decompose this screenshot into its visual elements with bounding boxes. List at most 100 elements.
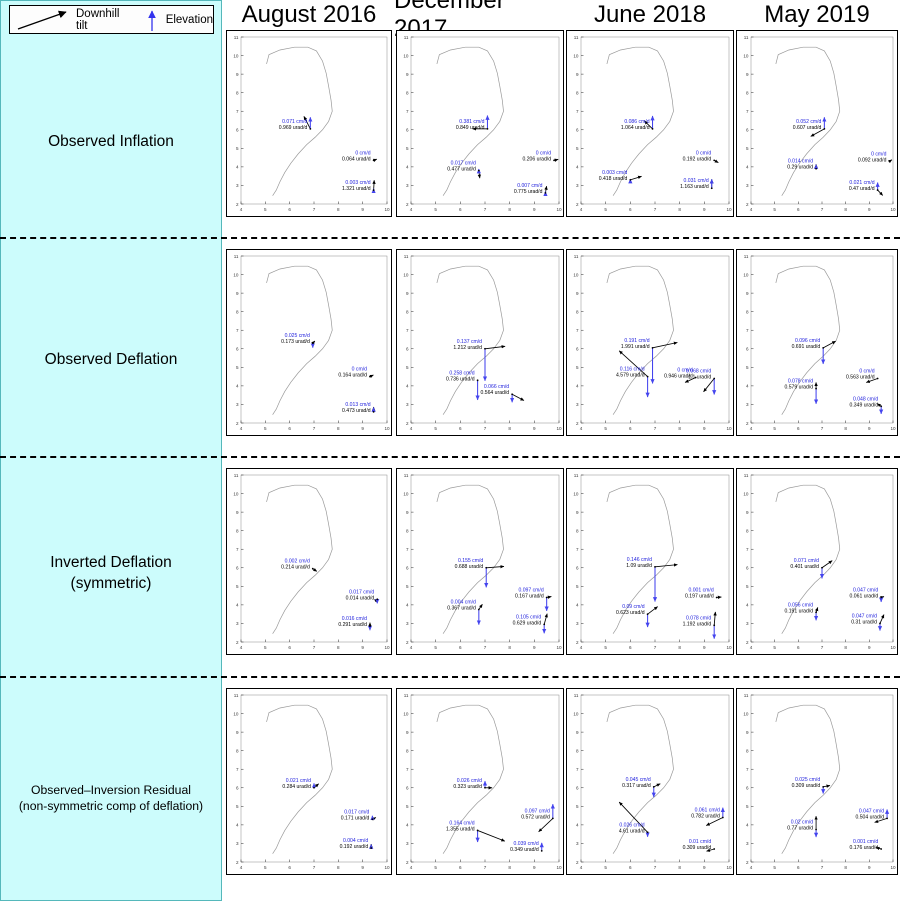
svg-text:9: 9 bbox=[868, 645, 871, 650]
station-marker bbox=[876, 377, 879, 380]
row-label-observed-deflation: Observed Deflation bbox=[44, 351, 178, 368]
tilt-value-label: 0.173 urad/d bbox=[281, 339, 310, 345]
svg-text:6: 6 bbox=[459, 645, 462, 650]
svg-text:3: 3 bbox=[576, 183, 579, 188]
svg-text:3: 3 bbox=[746, 183, 749, 188]
station-marker bbox=[540, 849, 543, 852]
svg-text:10: 10 bbox=[573, 53, 579, 58]
svg-text:4: 4 bbox=[750, 426, 753, 431]
station-marker bbox=[476, 829, 479, 832]
svg-text:10: 10 bbox=[890, 207, 896, 212]
svg-text:8: 8 bbox=[576, 90, 579, 95]
tilt-value-label: 1.192 urad/d bbox=[683, 621, 712, 627]
plot-panel: 4 5 6 7 8 9 10 2 3 4 5 6 7 8 9 10 11 0.086 cm/d 1.064 urad… bbox=[566, 30, 734, 217]
svg-text:9: 9 bbox=[703, 645, 706, 650]
station-marker bbox=[543, 623, 546, 626]
svg-text:5: 5 bbox=[576, 584, 579, 589]
tilt-value-label: 0.192 urad/d bbox=[683, 156, 712, 162]
svg-text:5: 5 bbox=[236, 146, 239, 151]
row-separator-1 bbox=[0, 237, 900, 239]
svg-text:9: 9 bbox=[533, 645, 536, 650]
svg-text:10: 10 bbox=[403, 272, 409, 277]
svg-text:10: 10 bbox=[233, 491, 239, 496]
svg-text:5: 5 bbox=[236, 804, 239, 809]
svg-text:8: 8 bbox=[844, 207, 847, 212]
tilt-value-label: 0.192 urad/d bbox=[340, 844, 369, 850]
tilt-vector-arrow bbox=[703, 378, 715, 393]
svg-text:8: 8 bbox=[236, 528, 239, 533]
station-marker bbox=[815, 828, 817, 831]
tilt-value-label: 0.167 urad/d bbox=[515, 593, 544, 599]
svg-text:6: 6 bbox=[459, 207, 462, 212]
tilt-value-label: 0.309 urad/d bbox=[683, 845, 712, 851]
svg-text:7: 7 bbox=[746, 547, 749, 552]
station-marker bbox=[544, 191, 547, 194]
tilt-value-label: 1.064 urad/d bbox=[621, 125, 650, 131]
svg-text:9: 9 bbox=[868, 865, 871, 870]
station-marker bbox=[880, 405, 883, 408]
svg-text:4: 4 bbox=[576, 603, 579, 608]
svg-text:2: 2 bbox=[746, 640, 749, 645]
tilt-value-label: 0.782 urad/d bbox=[691, 813, 720, 819]
tilt-value-label: 0.77 urad/d bbox=[787, 826, 813, 832]
svg-text:7: 7 bbox=[484, 645, 487, 650]
elevation-icon bbox=[144, 7, 160, 33]
svg-text:10: 10 bbox=[890, 865, 896, 870]
svg-text:9: 9 bbox=[746, 510, 749, 515]
plot-panel: 4 5 6 7 8 9 10 2 3 4 5 6 7 8 9 10 11 0.146 cm/d 1.09 urad/… bbox=[566, 468, 734, 655]
tilt-value-label: 0.736 urad/d bbox=[446, 376, 475, 382]
row-separator-2 bbox=[0, 456, 900, 458]
tilt-vector-arrow bbox=[822, 340, 836, 349]
svg-text:8: 8 bbox=[576, 748, 579, 753]
svg-text:8: 8 bbox=[236, 90, 239, 95]
svg-text:5: 5 bbox=[406, 365, 409, 370]
station-marker bbox=[372, 410, 375, 413]
svg-text:9: 9 bbox=[361, 645, 364, 650]
svg-text:6: 6 bbox=[236, 566, 239, 571]
svg-text:10: 10 bbox=[403, 711, 409, 716]
station-marker bbox=[880, 848, 883, 850]
row-label-observed-inflation: Observed Inflation bbox=[48, 133, 174, 150]
svg-text:11: 11 bbox=[744, 254, 749, 259]
svg-text:7: 7 bbox=[236, 109, 239, 114]
svg-text:4: 4 bbox=[236, 603, 239, 608]
svg-text:9: 9 bbox=[236, 291, 239, 296]
station-marker bbox=[545, 596, 548, 599]
column-header-june-2018: June 2018 bbox=[566, 0, 734, 30]
elevation-label: Elevation bbox=[165, 13, 213, 26]
svg-text:8: 8 bbox=[678, 645, 681, 650]
station-marker bbox=[372, 159, 375, 162]
svg-text:7: 7 bbox=[484, 865, 487, 870]
svg-text:11: 11 bbox=[234, 254, 239, 259]
station-marker bbox=[652, 785, 655, 788]
svg-text:5: 5 bbox=[434, 645, 437, 650]
station-marker bbox=[713, 624, 716, 627]
svg-text:4: 4 bbox=[236, 384, 239, 389]
station-marker bbox=[369, 625, 371, 628]
svg-text:4: 4 bbox=[410, 207, 413, 212]
svg-text:6: 6 bbox=[797, 865, 800, 870]
svg-text:4: 4 bbox=[410, 426, 413, 431]
svg-text:7: 7 bbox=[746, 109, 749, 114]
tilt-vector-arrow bbox=[477, 170, 482, 179]
svg-text:6: 6 bbox=[629, 207, 632, 212]
svg-text:9: 9 bbox=[533, 207, 536, 212]
svg-text:4: 4 bbox=[750, 865, 753, 870]
svg-text:6: 6 bbox=[236, 347, 239, 352]
row-label-inverted-deflation: Inverted Deflation (symmetric) bbox=[50, 554, 172, 592]
svg-text:10: 10 bbox=[556, 207, 562, 212]
station-marker bbox=[654, 565, 656, 568]
svg-text:9: 9 bbox=[746, 72, 749, 77]
svg-text:9: 9 bbox=[576, 730, 579, 735]
svg-text:5: 5 bbox=[236, 365, 239, 370]
svg-text:6: 6 bbox=[236, 786, 239, 791]
tilt-value-label: 4.579 urad/d bbox=[616, 373, 645, 379]
tilt-value-label: 0.47 urad/d bbox=[849, 186, 875, 192]
svg-text:5: 5 bbox=[406, 804, 409, 809]
svg-text:7: 7 bbox=[406, 328, 409, 333]
svg-text:8: 8 bbox=[406, 90, 409, 95]
svg-text:6: 6 bbox=[459, 865, 462, 870]
tilt-vector-arrow bbox=[511, 393, 525, 401]
svg-text:4: 4 bbox=[576, 384, 579, 389]
svg-text:11: 11 bbox=[234, 693, 239, 698]
